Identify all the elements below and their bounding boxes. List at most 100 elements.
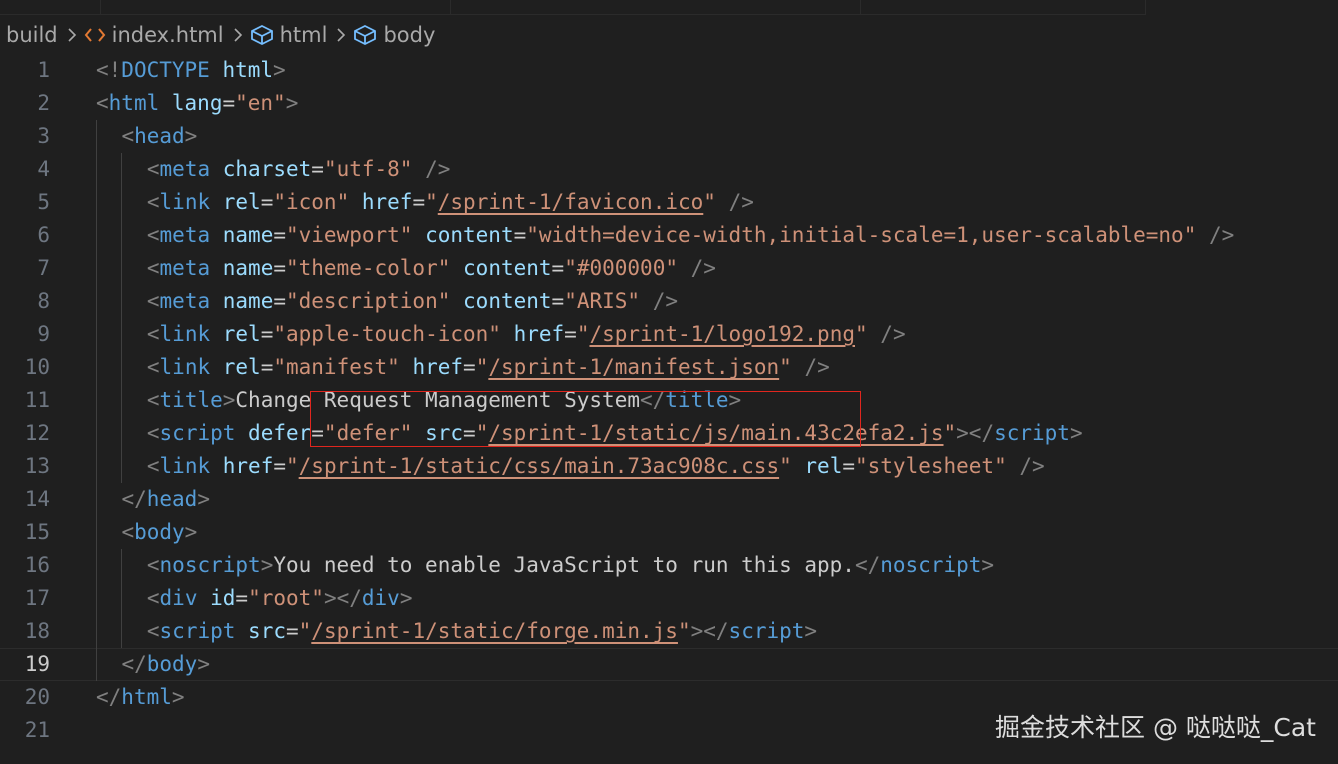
code-token: /sprint-1/static/css/main.73ac908c.css [298,454,780,478]
code-line[interactable]: 9 <link rel="apple-touch-icon" href="/spr… [0,318,1338,351]
code-token: > [285,91,299,115]
code-line[interactable]: 16 <noscript>You need to enable JavaScrip… [0,549,1338,582]
code-line[interactable]: 19 </body> [0,648,1338,681]
code-line[interactable]: 17 <div id="root"></div> [0,582,1338,615]
code-token: src [248,619,286,643]
code-token: body [146,652,198,676]
code-line[interactable]: 13 <link href="/sprint-1/static/css/main.… [0,450,1338,483]
line-number: 20 [24,685,50,709]
line-number: 6 [37,223,50,247]
tab-stub[interactable] [0,0,101,15]
breadcrumb: build index.html html body [0,15,1338,55]
code-token: "stylesheet" [855,454,1007,478]
code-text: </html> [96,681,185,714]
code-token: /sprint-1/logo192.png [589,322,855,346]
code-token: head [146,487,198,511]
code-token: link [159,355,211,379]
code-token: "theme-color" [286,256,451,280]
code-token: "manifest" [273,355,400,379]
code-token: < [146,421,160,445]
code-text: </body> [121,649,210,680]
code-line[interactable]: 2 <html lang="en"> [0,87,1338,120]
code-token: = [260,355,274,379]
code-line[interactable]: 18 <script src="/sprint-1/static/forge.mi… [0,615,1338,648]
code-line[interactable]: 8 <meta name="description" content="ARIS"… [0,285,1338,318]
code-token: DOCTYPE [121,58,210,82]
line-number: 13 [24,454,50,478]
code-token: "utf-8" [323,157,413,181]
code-token: "root" [248,586,324,610]
line-number: 4 [37,157,50,181]
code-line[interactable]: 4 <meta charset="utf-8" /> [0,153,1338,186]
code-token: ></ [323,586,362,610]
line-number: 8 [37,289,50,313]
code-token: href [513,322,565,346]
code-token: body [134,520,185,544]
line-number: 7 [37,256,50,280]
indent-guide [121,549,123,648]
code-token: content [463,256,552,280]
code-token: title [159,388,223,412]
code-token: link [159,454,211,478]
breadcrumb-item-html[interactable]: html [250,23,327,47]
code-token: link [159,322,211,346]
code-token: " [425,190,438,214]
code-token: script [159,619,236,643]
code-token: < [121,124,135,148]
code-token: id [210,586,236,610]
symbol-cube-icon [353,24,377,46]
code-token: = [235,586,249,610]
code-token: "en" [235,91,286,115]
code-token: > [260,553,274,577]
code-token: "description" [286,289,451,313]
code-text: <meta name="viewport" content="width=dev… [147,219,1234,252]
code-token: /> [867,322,906,346]
tab-stub[interactable] [100,0,451,15]
line-number: 10 [24,355,50,379]
code-text: <meta name="description" content="ARIS" … [147,285,678,318]
code-line[interactable]: 15 <body> [0,516,1338,549]
code-line[interactable]: 7 <meta name="theme-color" content="#0000… [0,252,1338,285]
breadcrumb-item-build[interactable]: build [6,23,58,47]
code-token: = [311,157,324,181]
code-text: <link rel="apple-touch-icon" href="/spri… [147,318,906,351]
code-token: " [576,322,590,346]
code-token: > [273,58,286,82]
code-token: "#000000" [564,256,678,280]
code-line[interactable]: 3 <head> [0,120,1338,153]
tab-stub[interactable] [450,0,861,15]
code-token: < [121,520,135,544]
code-token: meta [159,256,211,280]
code-line[interactable]: 1 <!DOCTYPE html> [0,54,1338,87]
code-token: You need to enable JavaScript to run thi… [273,553,855,577]
breadcrumb-item-index-html[interactable]: index.html [84,23,224,47]
code-token: < [146,586,160,610]
code-line[interactable]: 5 <link rel="icon" href="/sprint-1/favico… [0,186,1338,219]
code-line[interactable]: 10 <link rel="manifest" href="/sprint-1/m… [0,351,1338,384]
symbol-cube-icon [250,24,274,46]
code-line[interactable]: 14 </head> [0,483,1338,516]
code-text: </head> [121,483,210,516]
code-token: script [994,421,1070,445]
line-number: 5 [37,190,50,214]
code-token: </ [854,553,881,577]
highlight-box [310,391,861,447]
code-token: script [728,619,805,643]
tab-stub[interactable] [860,0,1146,15]
code-token: > [197,652,210,676]
code-token: > [171,685,185,709]
code-line[interactable]: 6 <meta name="viewport" content="width=de… [0,219,1338,252]
code-token: "viewport" [286,223,413,247]
indent-guide [96,120,97,681]
code-text: <!DOCTYPE html> [96,54,286,87]
code-text: <meta charset="utf-8" /> [147,153,451,186]
breadcrumb-item-body[interactable]: body [353,23,435,47]
